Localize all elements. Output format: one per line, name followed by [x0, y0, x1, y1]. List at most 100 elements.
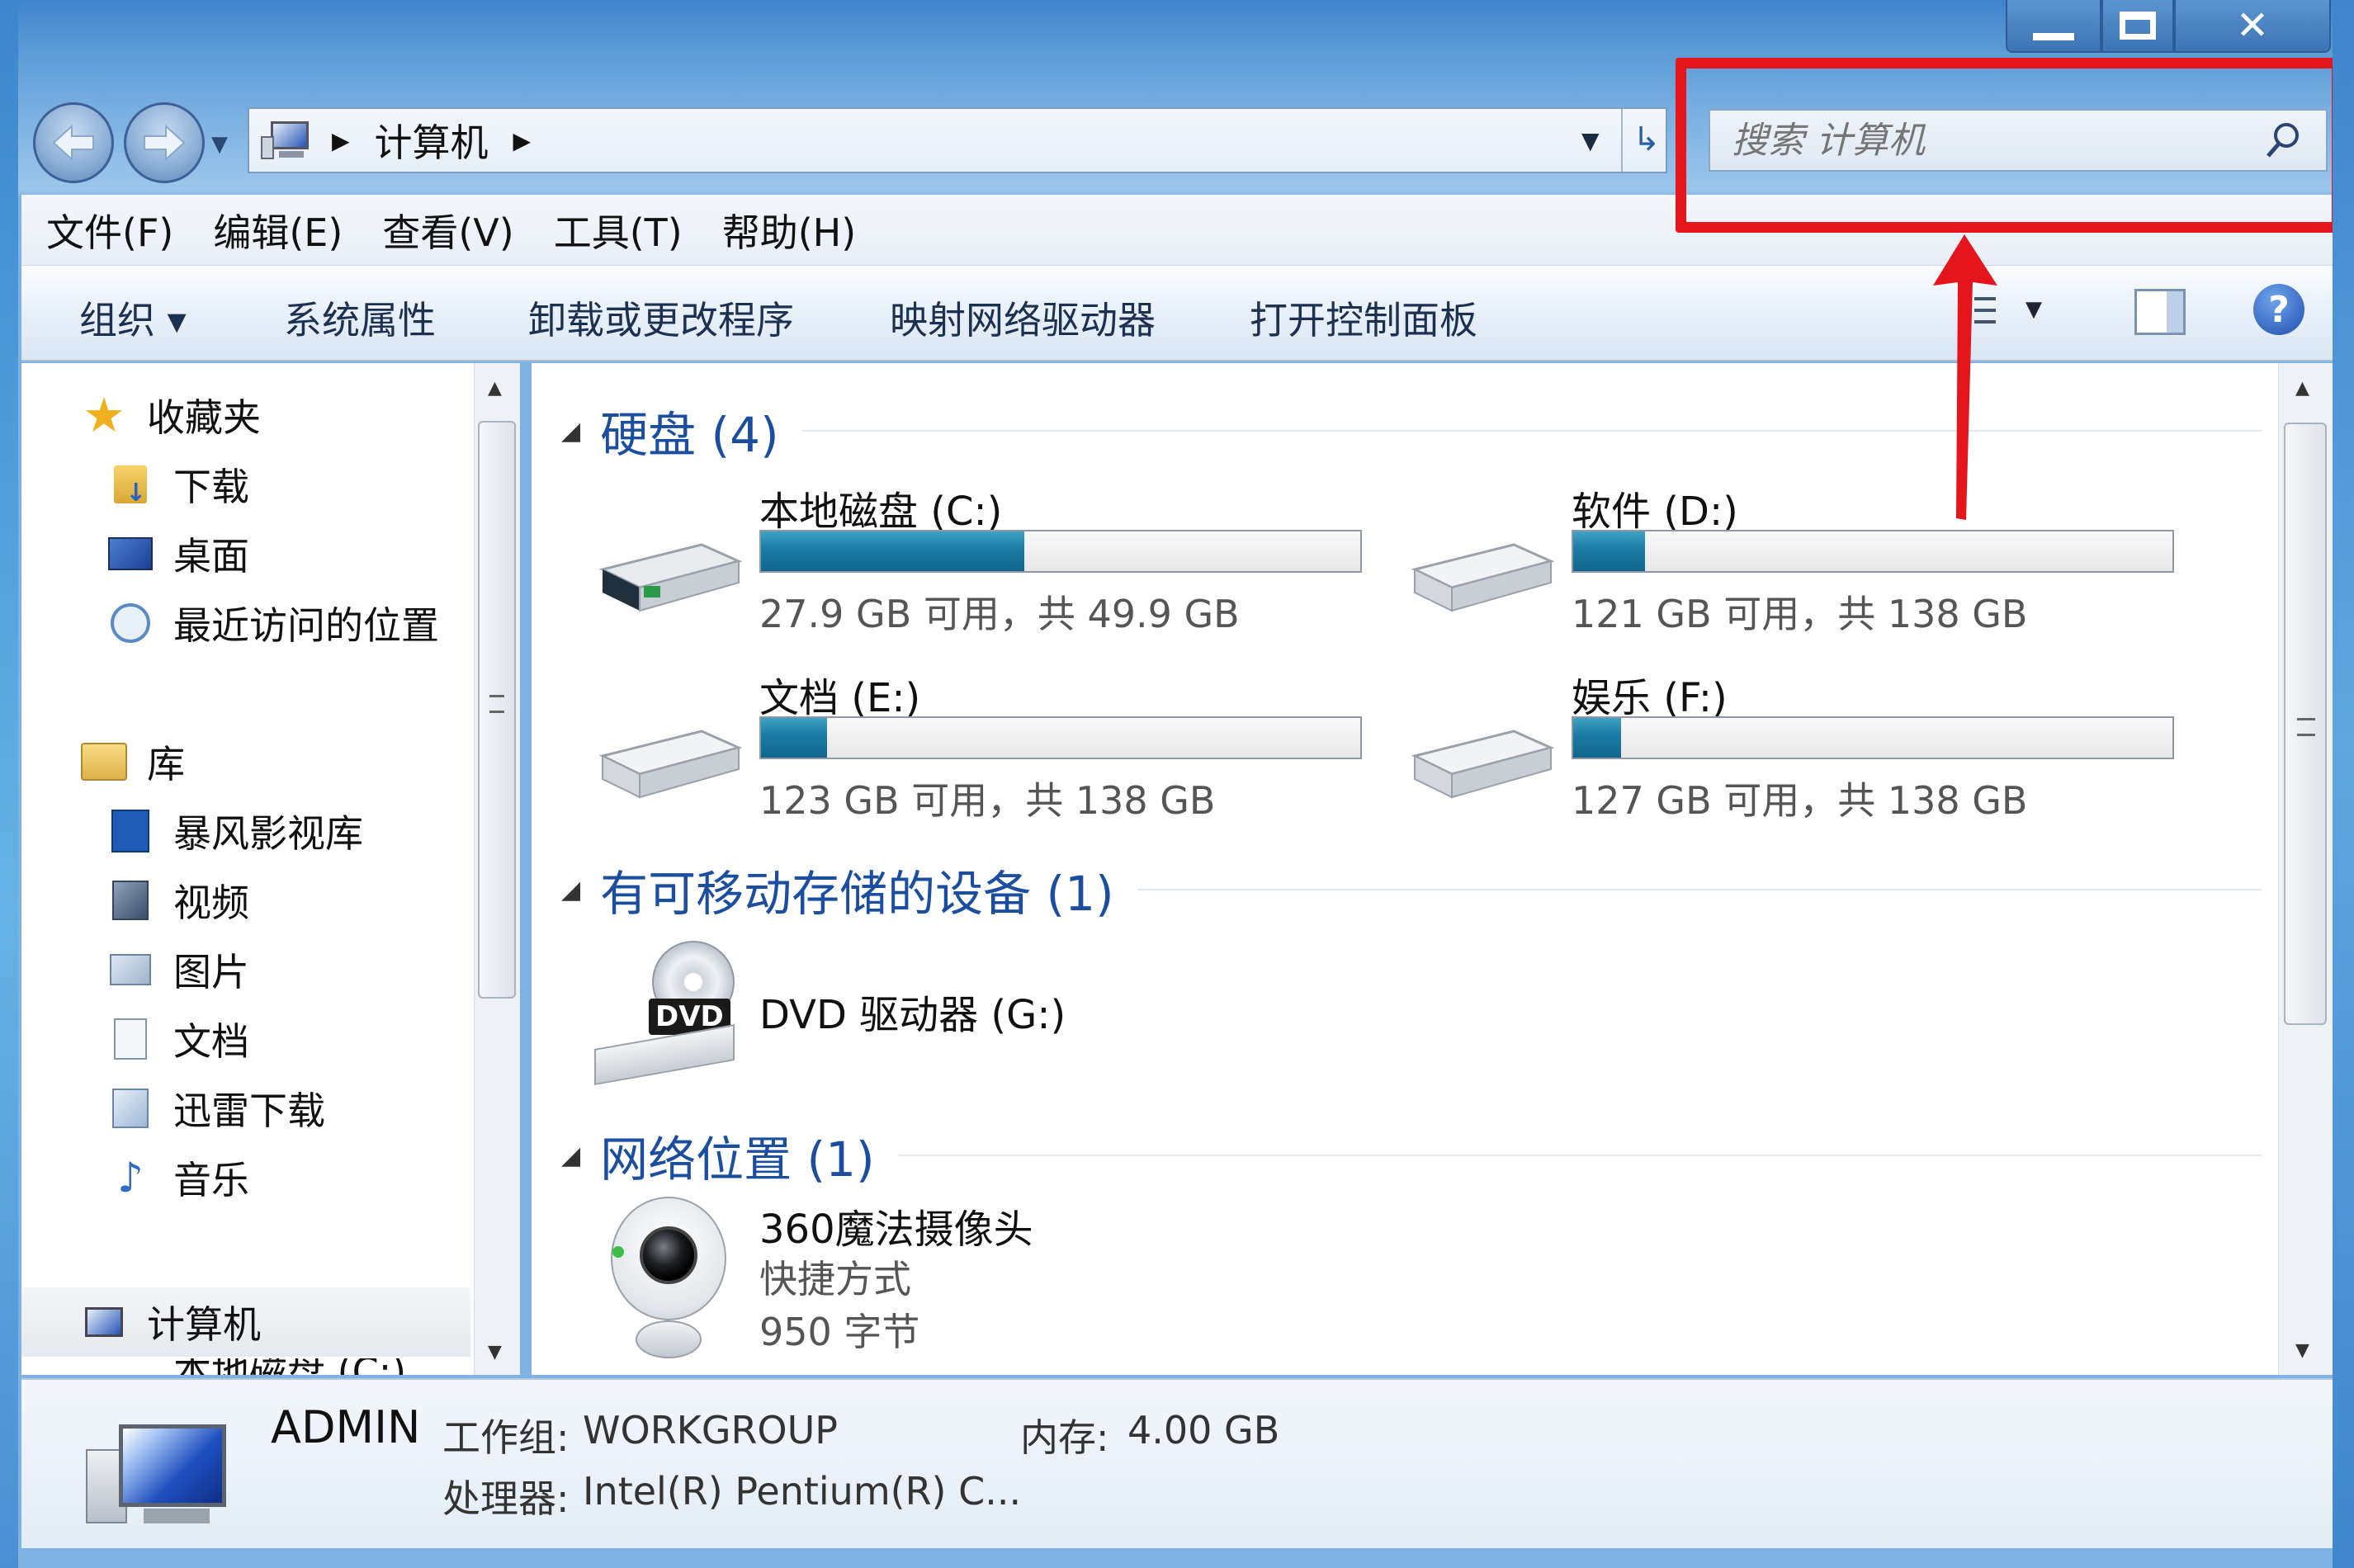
- breadcrumb-separator-icon: ▶: [332, 126, 350, 154]
- video-library-icon: [107, 808, 154, 854]
- explorer-window: ✕ ▼ ▶ 计算机 ▶ ▼ ↳ 文件(F) 编辑(E) 查看(V) 工具(T) …: [0, 0, 2354, 1568]
- sidebar-computer[interactable]: 计算机: [21, 1287, 470, 1357]
- collapse-icon: ◢: [561, 416, 581, 446]
- network-shortcut-item[interactable]: 360魔法摄像头 快捷方式 950 字节: [594, 1197, 1337, 1370]
- highlight-annotation: [1676, 58, 2342, 233]
- recent-places-icon: [107, 600, 154, 646]
- downloads-folder-icon: ↓: [107, 461, 154, 508]
- map-network-drive-button[interactable]: 映射网络驱动器: [890, 290, 1156, 345]
- sidebar-item-music[interactable]: ♪ 音乐: [107, 1150, 249, 1205]
- grip-icon: [489, 695, 504, 713]
- address-dropdown-icon[interactable]: ▼: [1581, 127, 1600, 154]
- menu-file[interactable]: 文件(F): [46, 203, 173, 257]
- scrollbar-thumb[interactable]: [478, 421, 516, 999]
- menu-edit[interactable]: 编辑(E): [213, 203, 343, 257]
- sidebar-item-local-disk[interactable]: 本地磁盘 (C:): [107, 1358, 406, 1375]
- sidebar-favorites[interactable]: ★ 收藏夹: [81, 387, 261, 443]
- memory-label: 内存:: [1020, 1415, 1109, 1460]
- drive-name: 软件 (D:): [1572, 489, 1738, 535]
- usage-fill: [761, 718, 827, 758]
- computer-icon: [81, 1299, 127, 1345]
- documents-icon: [107, 1016, 154, 1062]
- content-pane: ◢ 硬盘 (4) 本地磁盘 (C:) 27.9 GB 可用，共 49.9 GB: [532, 363, 2278, 1375]
- sidebar-item-baofeng[interactable]: 暴风影视库: [107, 804, 363, 858]
- music-icon: ♪: [117, 1154, 144, 1202]
- webcam-icon: [603, 1197, 735, 1370]
- sidebar-item-recent-places[interactable]: 最近访问的位置: [107, 596, 439, 650]
- minimize-button[interactable]: [2006, 0, 2101, 53]
- sidebar-libraries[interactable]: 库: [81, 734, 185, 789]
- content-scrollbar[interactable]: ▲ ▼: [2278, 363, 2333, 1375]
- xunlei-download-icon: [107, 1085, 154, 1131]
- library-icon: [81, 739, 127, 785]
- sidebar-item-desktop[interactable]: 桌面: [107, 527, 249, 581]
- preview-pane-icon[interactable]: [2134, 289, 2186, 335]
- usage-bar: [759, 716, 1362, 759]
- sidebar-item-videos[interactable]: 视频: [107, 873, 249, 928]
- sidebar-item-downloads[interactable]: ↓ 下载: [107, 457, 249, 512]
- usage-fill: [1573, 718, 1622, 758]
- drive-space: 27.9 GB 可用，共 49.9 GB: [759, 592, 1240, 636]
- collapse-icon: ◢: [561, 875, 581, 904]
- sidebar-item-pictures[interactable]: 图片: [107, 942, 249, 997]
- uninstall-program-button[interactable]: 卸载或更改程序: [528, 290, 794, 345]
- usage-bar: [1572, 530, 2174, 573]
- sidebar-item-xunlei[interactable]: 迅雷下载: [107, 1081, 325, 1136]
- group-header-removable[interactable]: ◢ 有可移动存储的设备 (1): [561, 855, 2262, 924]
- shortcut-type: 快捷方式: [759, 1257, 911, 1301]
- collapse-icon: ◢: [561, 1141, 581, 1170]
- help-icon[interactable]: ?: [2253, 284, 2304, 335]
- close-button[interactable]: ✕: [2174, 0, 2331, 53]
- shortcut-name: 360魔法摄像头: [759, 1207, 1033, 1253]
- arrow-right-icon: [144, 124, 186, 162]
- drive-item[interactable]: 本地磁盘 (C:) 27.9 GB 可用，共 49.9 GB: [594, 479, 1362, 644]
- scroll-down-icon[interactable]: ▼: [488, 1342, 502, 1363]
- details-pane: ADMIN 工作组: WORKGROUP 内存: 4.00 GB 处理器: In…: [21, 1378, 2333, 1548]
- drive-item[interactable]: 娱乐 (F:) 127 GB 可用，共 138 GB: [1406, 665, 2174, 830]
- usage-fill: [761, 531, 1025, 571]
- navigation-pane: ★ 收藏夹 ↓ 下载 桌面 最近访问的位置 库 暴风影视库 视频 图片 文档 迅雷下…: [21, 363, 474, 1375]
- dvd-drive-icon: DVD: [594, 941, 743, 1085]
- scroll-up-icon[interactable]: ▲: [488, 378, 502, 399]
- system-properties-button[interactable]: 系统属性: [284, 290, 436, 345]
- back-button[interactable]: [33, 102, 114, 183]
- history-dropdown-icon[interactable]: ▼: [211, 132, 228, 157]
- maximize-button[interactable]: [2101, 0, 2174, 53]
- workgroup-value: WORKGROUP: [583, 1408, 839, 1452]
- forward-button[interactable]: [124, 102, 205, 183]
- address-bar[interactable]: ▶ 计算机 ▶ ▼ ↳: [248, 107, 1667, 173]
- menu-tools[interactable]: 工具(T): [554, 203, 683, 257]
- close-icon: ✕: [2235, 2, 2270, 49]
- menu-help[interactable]: 帮助(H): [722, 203, 856, 257]
- drive-name: 本地磁盘 (C:): [759, 489, 1003, 535]
- drive-name: 娱乐 (F:): [1572, 675, 1728, 721]
- grip-icon: [2297, 718, 2315, 736]
- drive-space: 127 GB 可用，共 138 GB: [1572, 778, 2028, 823]
- workgroup-label: 工作组:: [442, 1415, 570, 1460]
- organize-button[interactable]: 组织 ▾: [79, 290, 187, 345]
- scroll-down-icon[interactable]: ▼: [2295, 1340, 2309, 1361]
- breadcrumb-computer[interactable]: 计算机: [375, 113, 489, 168]
- scroll-up-icon[interactable]: ▲: [2295, 378, 2309, 399]
- processor-value: Intel(R) Pentium(R) C...: [583, 1469, 1022, 1514]
- computer-icon: [261, 120, 314, 161]
- usage-bar: [1572, 716, 2174, 759]
- view-dropdown-icon[interactable]: ▼: [2025, 297, 2042, 322]
- scrollbar-thumb[interactable]: [2284, 423, 2327, 1025]
- group-header-network[interactable]: ◢ 网络位置 (1): [561, 1121, 2262, 1190]
- drive-item[interactable]: 文档 (E:) 123 GB 可用，共 138 GB: [594, 665, 1362, 830]
- navigation-scrollbar[interactable]: ▲ ▼: [474, 363, 520, 1375]
- breadcrumb-expand-icon[interactable]: ▶: [513, 127, 532, 154]
- memory-value: 4.00 GB: [1127, 1408, 1280, 1452]
- videos-icon: [107, 877, 154, 923]
- dvd-drive-item[interactable]: DVD DVD 驱动器 (G:): [594, 941, 1337, 1085]
- sidebar-item-documents[interactable]: 文档: [107, 1012, 249, 1066]
- drive-item[interactable]: 软件 (D:) 121 GB 可用，共 138 GB: [1406, 479, 2174, 644]
- drive-space: 121 GB 可用，共 138 GB: [1572, 592, 2028, 636]
- refresh-icon[interactable]: ↳: [1633, 120, 1661, 158]
- drive-icon: [107, 1358, 154, 1375]
- open-control-panel-button[interactable]: 打开控制面板: [1250, 290, 1477, 345]
- menu-view[interactable]: 查看(V): [382, 203, 513, 257]
- arrow-left-icon: [52, 124, 94, 162]
- hard-drive-icon: [598, 730, 743, 799]
